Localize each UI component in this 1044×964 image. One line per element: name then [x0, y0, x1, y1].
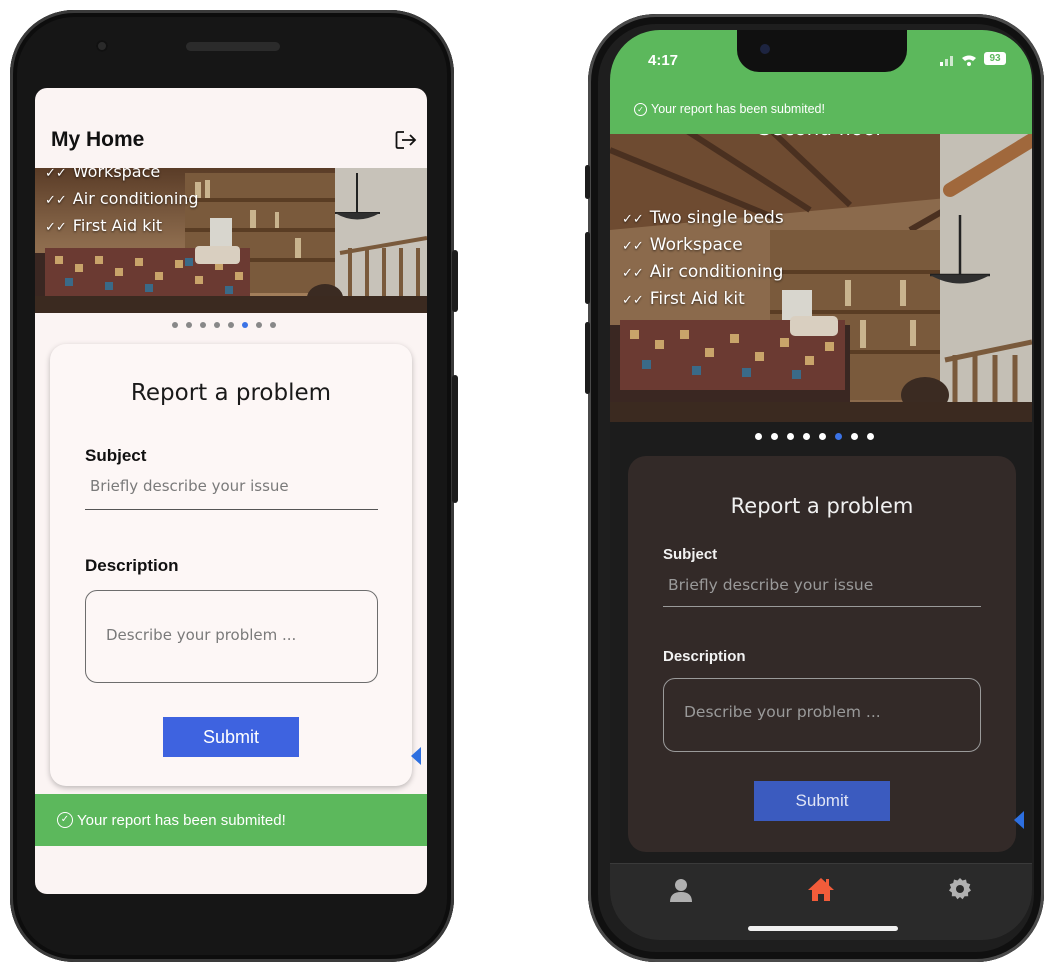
report-problem-card: Report a problem Subject Briefly describ… [50, 344, 412, 786]
carousel-dot[interactable] [787, 433, 794, 440]
feature-item: ✓✓ Two single beds [622, 208, 784, 228]
iphone-mute-switch [585, 165, 590, 199]
feature-item: ✓✓ First Aid kit [45, 216, 163, 235]
feature-item: ✓✓ Air conditioning [45, 189, 199, 208]
subject-input-underline [663, 606, 981, 607]
double-check-icon: ✓✓ [622, 239, 644, 254]
carousel-dot[interactable] [867, 433, 874, 440]
description-textarea[interactable]: Describe your problem ... [85, 590, 378, 683]
ios-screen: Second floor ✓✓Two single beds ✓✓Workspa… [610, 30, 1032, 940]
logout-icon[interactable] [395, 130, 417, 150]
description-label: Description [85, 556, 179, 575]
carousel-dot[interactable] [851, 433, 858, 440]
status-time: 4:17 [648, 52, 679, 69]
android-speaker [186, 42, 280, 51]
android-power-button [452, 250, 458, 312]
description-placeholder: Describe your problem ... [684, 703, 881, 721]
subject-label: Subject [85, 446, 147, 465]
carousel-indicator[interactable] [755, 433, 874, 440]
android-screen: My Home ✓✓ Workspace ✓✓ Air conditioning… [35, 88, 427, 894]
settings-icon[interactable] [948, 877, 972, 901]
snackbar-text: Your report has been submited! [77, 811, 286, 829]
carousel-dot[interactable] [172, 322, 178, 328]
side-handle-icon[interactable] [411, 747, 421, 765]
carousel-dot[interactable] [228, 322, 234, 328]
subject-label: Subject [663, 546, 718, 563]
card-title: Report a problem [730, 494, 914, 518]
submit-button[interactable]: Submit [754, 781, 890, 821]
iphone-volume-up [585, 232, 590, 304]
side-handle-icon[interactable] [1014, 811, 1024, 829]
subject-input[interactable]: Briefly describe your issue [668, 576, 873, 594]
check-circle-icon: ✓ [57, 812, 73, 828]
subject-input[interactable]: Briefly describe your issue [90, 477, 289, 495]
iphone-volume-down [585, 322, 590, 394]
double-check-icon: ✓✓ [622, 293, 644, 308]
person-icon[interactable] [670, 878, 692, 902]
battery-icon: 93 [984, 52, 1006, 65]
carousel-dot-active[interactable] [242, 322, 248, 328]
carousel-dot[interactable] [771, 433, 778, 440]
carousel-indicator[interactable] [172, 322, 276, 328]
double-check-icon: ✓✓ [622, 266, 644, 281]
double-check-icon: ✓✓ [45, 168, 67, 181]
home-icon[interactable] [807, 876, 835, 902]
feature-item: ✓✓ Workspace [622, 235, 743, 255]
check-circle-icon: ✓ [634, 102, 647, 116]
app-title: My Home [51, 128, 145, 151]
description-textarea[interactable]: Describe your problem ... [663, 678, 981, 752]
room-photo: Second floor ✓✓Two single beds ✓✓Workspa… [610, 120, 1032, 422]
feature-item: ✓✓ First Aid kit [622, 289, 745, 309]
submit-button[interactable]: Submit [163, 717, 299, 757]
android-front-camera [96, 40, 108, 52]
success-snackbar: ✓ Your report has been submited! [35, 794, 427, 846]
android-volume-button [452, 375, 458, 503]
feature-item: ✓✓ Air conditioning [622, 262, 784, 282]
feature-item: ✓✓ Workspace [45, 168, 161, 181]
double-check-icon: ✓✓ [45, 193, 67, 208]
report-problem-card: Report a problem Subject Briefly describ… [628, 456, 1016, 852]
description-placeholder: Describe your problem ... [106, 626, 297, 644]
signal-wifi-icons [940, 55, 976, 66]
carousel-dot[interactable] [803, 433, 810, 440]
card-title: Report a problem [130, 380, 332, 406]
carousel-dot[interactable] [186, 322, 192, 328]
double-check-icon: ✓✓ [622, 212, 644, 227]
success-snackbar: ✓ Your report has been submited! [634, 102, 825, 116]
carousel-dot[interactable] [214, 322, 220, 328]
carousel-dot[interactable] [819, 433, 826, 440]
carousel-dot[interactable] [270, 322, 276, 328]
carousel-dot[interactable] [200, 322, 206, 328]
carousel-dot[interactable] [256, 322, 262, 328]
carousel-dot[interactable] [755, 433, 762, 440]
snackbar-text: Your report has been submited! [651, 102, 825, 116]
room-photo: ✓✓ Workspace ✓✓ Air conditioning ✓✓ First A… [35, 168, 427, 313]
double-check-icon: ✓✓ [45, 220, 67, 235]
home-indicator [748, 926, 898, 931]
subject-input-underline [85, 509, 378, 510]
description-label: Description [663, 648, 746, 665]
front-camera [760, 44, 770, 54]
carousel-dot-active[interactable] [835, 433, 842, 440]
